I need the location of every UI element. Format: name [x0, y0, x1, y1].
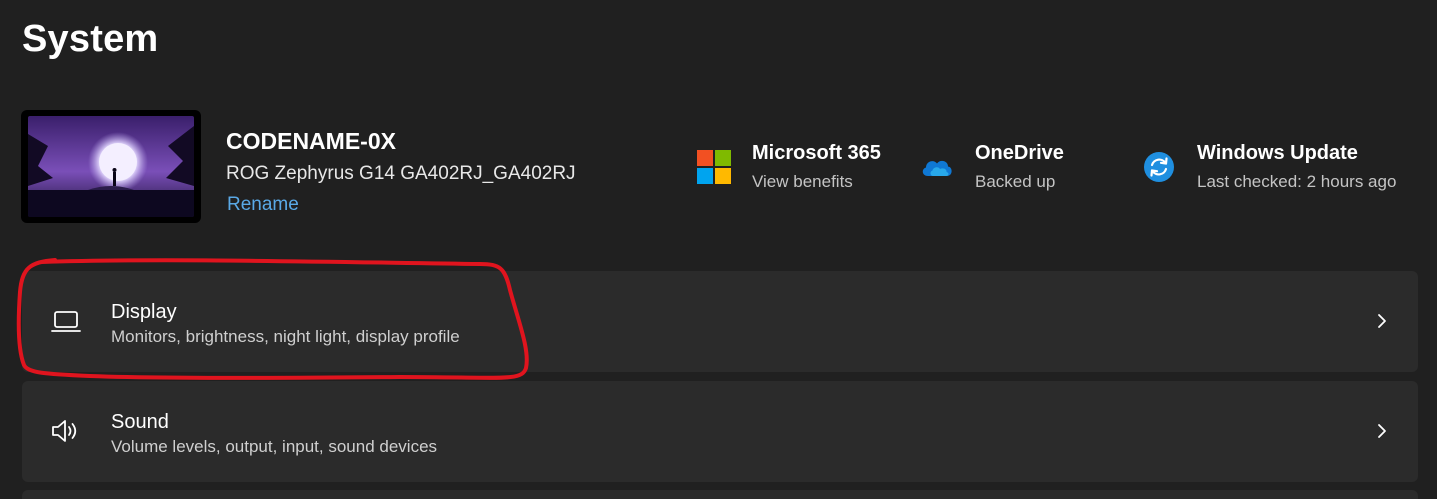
- speaker-icon: [52, 420, 77, 442]
- display-description: Monitors, brightness, night light, displ…: [111, 327, 460, 346]
- device-model: ROG Zephyrus G14 GA402RJ_GA402RJ: [226, 163, 576, 184]
- chevron-right-icon: [1378, 314, 1386, 328]
- display-title: Display: [111, 301, 177, 323]
- sound-title: Sound: [111, 411, 169, 433]
- onedrive-icon: [922, 160, 952, 176]
- page-title: System: [22, 18, 159, 60]
- onedrive-title: OneDrive: [975, 142, 1064, 164]
- windows-update-icon: [1144, 152, 1174, 182]
- windows-update-tile[interactable]: Windows Update Last checked: 2 hours ago: [1142, 138, 1422, 202]
- windows-update-subtitle: Last checked: 2 hours ago: [1197, 172, 1397, 191]
- settings-item-sound[interactable]: Sound Volume levels, output, input, soun…: [22, 381, 1418, 482]
- device-name: CODENAME-0X: [226, 128, 396, 154]
- wallpaper-thumbnail: [28, 116, 194, 217]
- windows-update-title: Windows Update: [1197, 142, 1358, 164]
- onedrive-tile[interactable]: OneDrive Backed up: [920, 138, 1080, 202]
- rename-link[interactable]: Rename: [227, 192, 299, 218]
- settings-page: System CODENAME-0X ROG Zephyrus G14 GA40…: [0, 0, 1437, 499]
- onedrive-subtitle: Backed up: [975, 172, 1056, 191]
- microsoft-365-icon: [697, 150, 731, 184]
- microsoft-365-subtitle: View benefits: [752, 172, 853, 191]
- settings-item-next[interactable]: [22, 490, 1418, 499]
- sound-description: Volume levels, output, input, sound devi…: [111, 437, 438, 456]
- microsoft-365-tile[interactable]: Microsoft 365 View benefits: [697, 138, 897, 202]
- chevron-right-icon: [1378, 424, 1386, 438]
- device-thumbnail: [21, 110, 201, 223]
- microsoft-365-title: Microsoft 365: [752, 142, 881, 164]
- settings-item-display[interactable]: Display Monitors, brightness, night ligh…: [22, 271, 1418, 372]
- laptop-icon: [51, 311, 81, 332]
